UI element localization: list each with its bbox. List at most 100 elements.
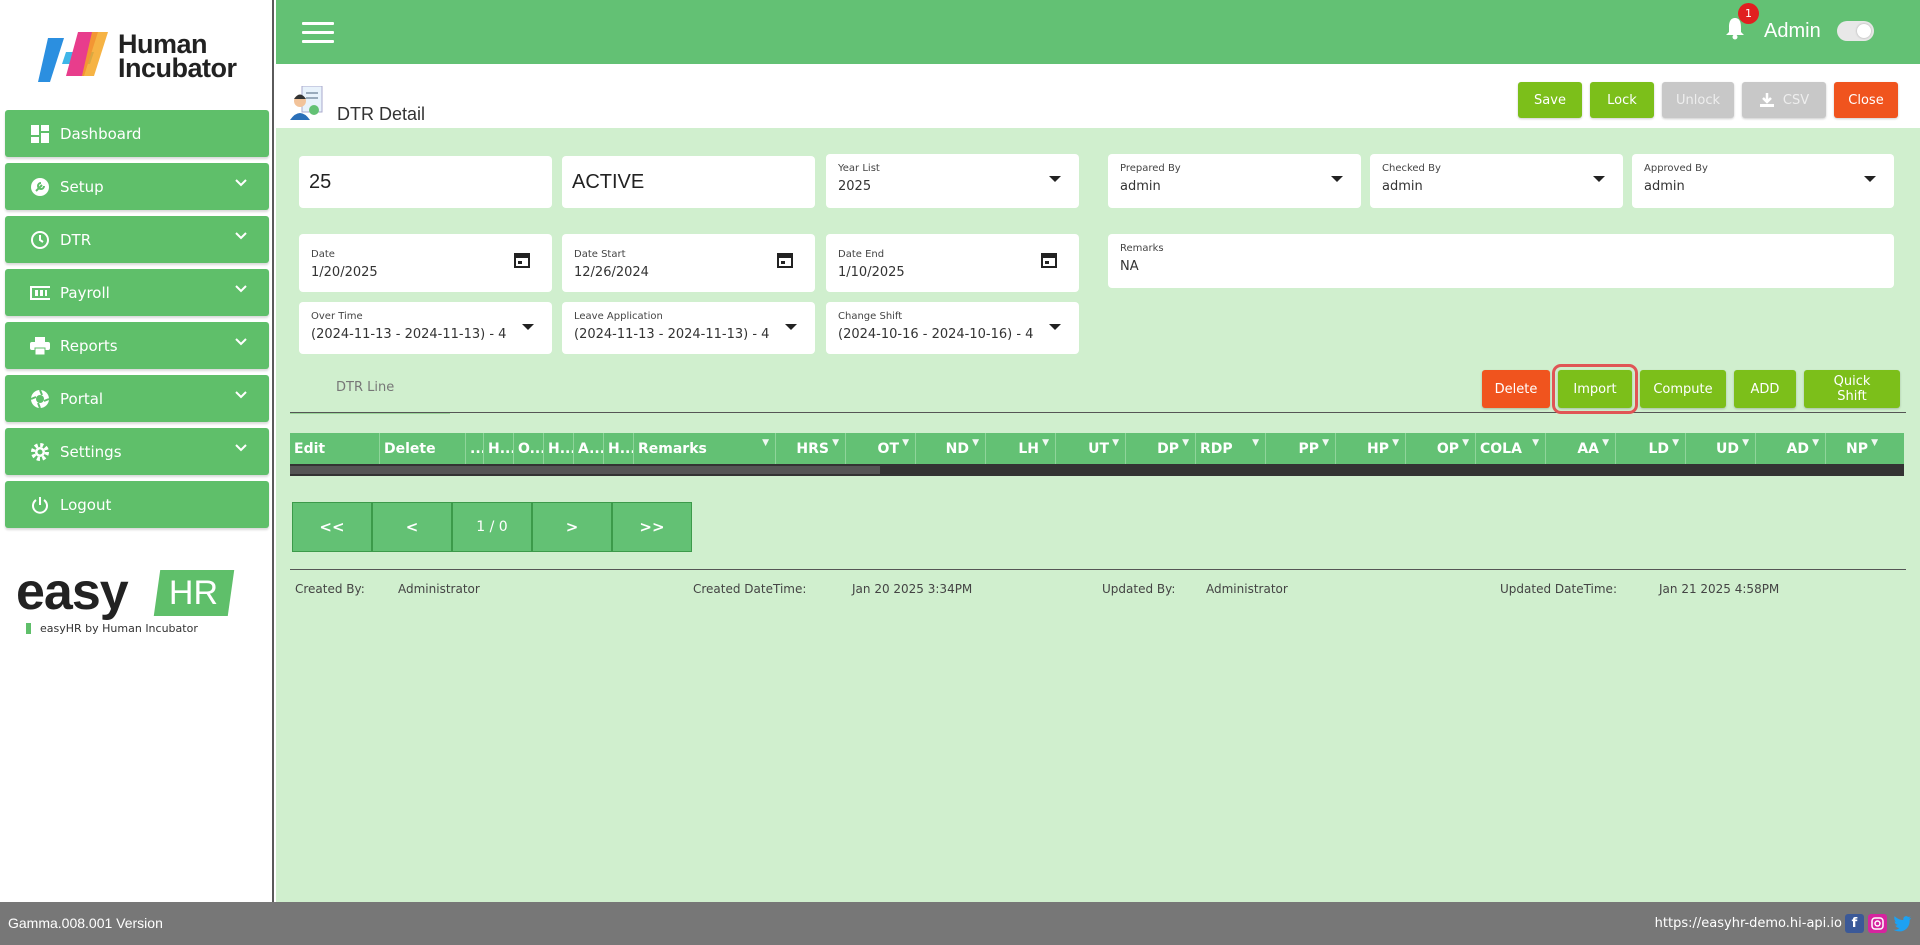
column-header[interactable]: AA ▼ [1546, 433, 1616, 464]
column-header[interactable]: Delete [380, 433, 466, 464]
twitter-icon[interactable] [1893, 914, 1912, 933]
filter-icon[interactable]: ▼ [1871, 438, 1878, 448]
date-end-field[interactable]: Date End 1/10/2025 [826, 234, 1079, 292]
column-header[interactable]: HRS ▼ [776, 433, 846, 464]
next-page-button[interactable]: > [532, 502, 612, 552]
filter-icon[interactable]: ▼ [972, 438, 979, 448]
filter-icon[interactable]: ▼ [1182, 438, 1189, 448]
checked-by-select[interactable]: Checked By admin [1370, 154, 1623, 208]
column-header[interactable]: UT ▼ [1056, 433, 1126, 464]
printer-icon [30, 336, 50, 356]
sidebar-item-logout[interactable]: Logout [5, 481, 269, 528]
import-button[interactable]: Import [1552, 364, 1638, 414]
column-header[interactable]: O... [514, 433, 544, 464]
date-field[interactable]: Date 1/20/2025 [299, 234, 552, 292]
change-shift-select[interactable]: Change Shift (2024-10-16 - 2024-10-16) -… [826, 302, 1079, 354]
sidebar-item-portal[interactable]: Portal [5, 375, 269, 422]
filter-icon[interactable]: ▼ [1812, 438, 1819, 448]
column-header[interactable]: HP ▼ [1336, 433, 1406, 464]
column-header[interactable]: DP ▼ [1126, 433, 1196, 464]
filter-icon[interactable]: ▼ [1042, 438, 1049, 448]
filter-icon[interactable]: ▼ [1462, 438, 1469, 448]
sidebar-item-reports[interactable]: Reports [5, 322, 269, 369]
column-header[interactable]: H... [484, 433, 514, 464]
menu-toggle-button[interactable] [302, 22, 334, 44]
leave-application-select[interactable]: Leave Application (2024-11-13 - 2024-11-… [562, 302, 815, 354]
compute-button[interactable]: Compute [1640, 370, 1726, 408]
save-button[interactable]: Save [1518, 82, 1582, 118]
tab-dtr-line[interactable]: DTR Line [290, 366, 450, 414]
column-header[interactable]: UD ▼ [1686, 433, 1756, 464]
first-page-button[interactable]: << [292, 502, 372, 552]
over-time-select[interactable]: Over Time (2024-11-13 - 2024-11-13) - 4 [299, 302, 552, 354]
column-header[interactable]: ND ▼ [916, 433, 986, 464]
column-header[interactable]: LH ▼ [986, 433, 1056, 464]
column-header[interactable]: LD ▼ [1616, 433, 1686, 464]
filter-icon[interactable]: ▼ [1602, 438, 1609, 448]
filter-icon[interactable]: ▼ [1742, 438, 1749, 448]
quick-shift-button[interactable]: Quick Shift [1804, 370, 1900, 408]
approved-by-select[interactable]: Approved By admin [1632, 154, 1894, 208]
sidebar: Human Incubator Dashboard Setup DTR Payro… [0, 0, 274, 902]
status-field[interactable]: ACTIVE [562, 156, 815, 208]
sidebar-item-dashboard[interactable]: Dashboard [5, 110, 269, 157]
close-button[interactable]: Close [1834, 82, 1898, 118]
updated-datetime-label: Updated DateTime: [1500, 582, 1617, 596]
filter-icon[interactable]: ▼ [1112, 438, 1119, 448]
sidebar-item-dtr[interactable]: DTR [5, 216, 269, 263]
approved-by-label: Approved By [1644, 163, 1708, 174]
unlock-button[interactable]: Unlock [1662, 82, 1734, 118]
sidebar-item-setup[interactable]: Setup [5, 163, 269, 210]
grid-horizontal-scrollbar[interactable] [290, 464, 1904, 476]
column-header[interactable]: OP ▼ [1406, 433, 1476, 464]
filter-icon[interactable]: ▼ [1672, 438, 1679, 448]
prepared-by-select[interactable]: Prepared By admin [1108, 154, 1361, 208]
footer-url-link[interactable]: https://easyhr-demo.hi-api.io [1655, 916, 1842, 931]
calendar-icon[interactable] [777, 252, 793, 268]
column-header[interactable]: ... [466, 433, 484, 464]
add-line-button[interactable]: ADD [1734, 370, 1796, 408]
dtr-number-field[interactable]: 25 [299, 156, 552, 208]
filter-icon[interactable]: ▼ [762, 438, 769, 448]
filter-icon[interactable]: ▼ [832, 438, 839, 448]
lock-button[interactable]: Lock [1590, 82, 1654, 118]
column-header[interactable]: OT ▼ [846, 433, 916, 464]
column-header[interactable]: PP ▼ [1266, 433, 1336, 464]
column-header[interactable]: RDP ▼ [1196, 433, 1266, 464]
user-name[interactable]: Admin [1764, 20, 1821, 43]
header-actions: Save Lock Unlock CSV Close [1518, 82, 1898, 118]
filter-icon[interactable]: ▼ [1252, 438, 1259, 448]
facebook-icon[interactable]: f [1845, 914, 1864, 933]
column-header[interactable]: Edit [290, 433, 380, 464]
sidebar-item-label: Settings [60, 442, 122, 461]
sidebar-item-settings[interactable]: Settings [5, 428, 269, 475]
sidebar-item-payroll[interactable]: Payroll [5, 269, 269, 316]
year-list-select[interactable]: Year List 2025 [826, 154, 1079, 208]
remarks-field[interactable]: Remarks NA [1108, 234, 1894, 288]
column-header[interactable]: H... [604, 433, 634, 464]
column-header[interactable]: NP ▼ [1826, 433, 1884, 464]
column-header[interactable]: COLA ▼ [1476, 433, 1546, 464]
calendar-icon[interactable] [1041, 252, 1057, 268]
filter-icon[interactable]: ▼ [902, 438, 909, 448]
filter-icon[interactable]: ▼ [1532, 438, 1539, 448]
filter-icon[interactable]: ▼ [1322, 438, 1329, 448]
column-header[interactable]: Remarks ▼ [634, 433, 776, 464]
filter-icon[interactable]: ▼ [1392, 438, 1399, 448]
change-shift-label: Change Shift [838, 311, 903, 322]
last-page-button[interactable]: >> [612, 502, 692, 552]
hr-badge-text: HR [169, 573, 219, 612]
prev-page-button[interactable]: < [372, 502, 452, 552]
column-header[interactable]: AD ▼ [1756, 433, 1826, 464]
date-start-field[interactable]: Date Start 12/26/2024 [562, 234, 815, 292]
column-header[interactable]: H... [544, 433, 574, 464]
scrollbar-thumb[interactable] [290, 466, 880, 474]
instagram-icon[interactable] [1868, 914, 1887, 933]
theme-toggle[interactable] [1837, 21, 1874, 41]
column-header[interactable]: A... [574, 433, 604, 464]
updated-by-label: Updated By: [1102, 582, 1176, 596]
csv-button[interactable]: CSV [1742, 82, 1826, 118]
tab-divider [290, 412, 1906, 413]
calendar-icon[interactable] [514, 252, 530, 268]
delete-line-button[interactable]: Delete [1482, 370, 1550, 408]
